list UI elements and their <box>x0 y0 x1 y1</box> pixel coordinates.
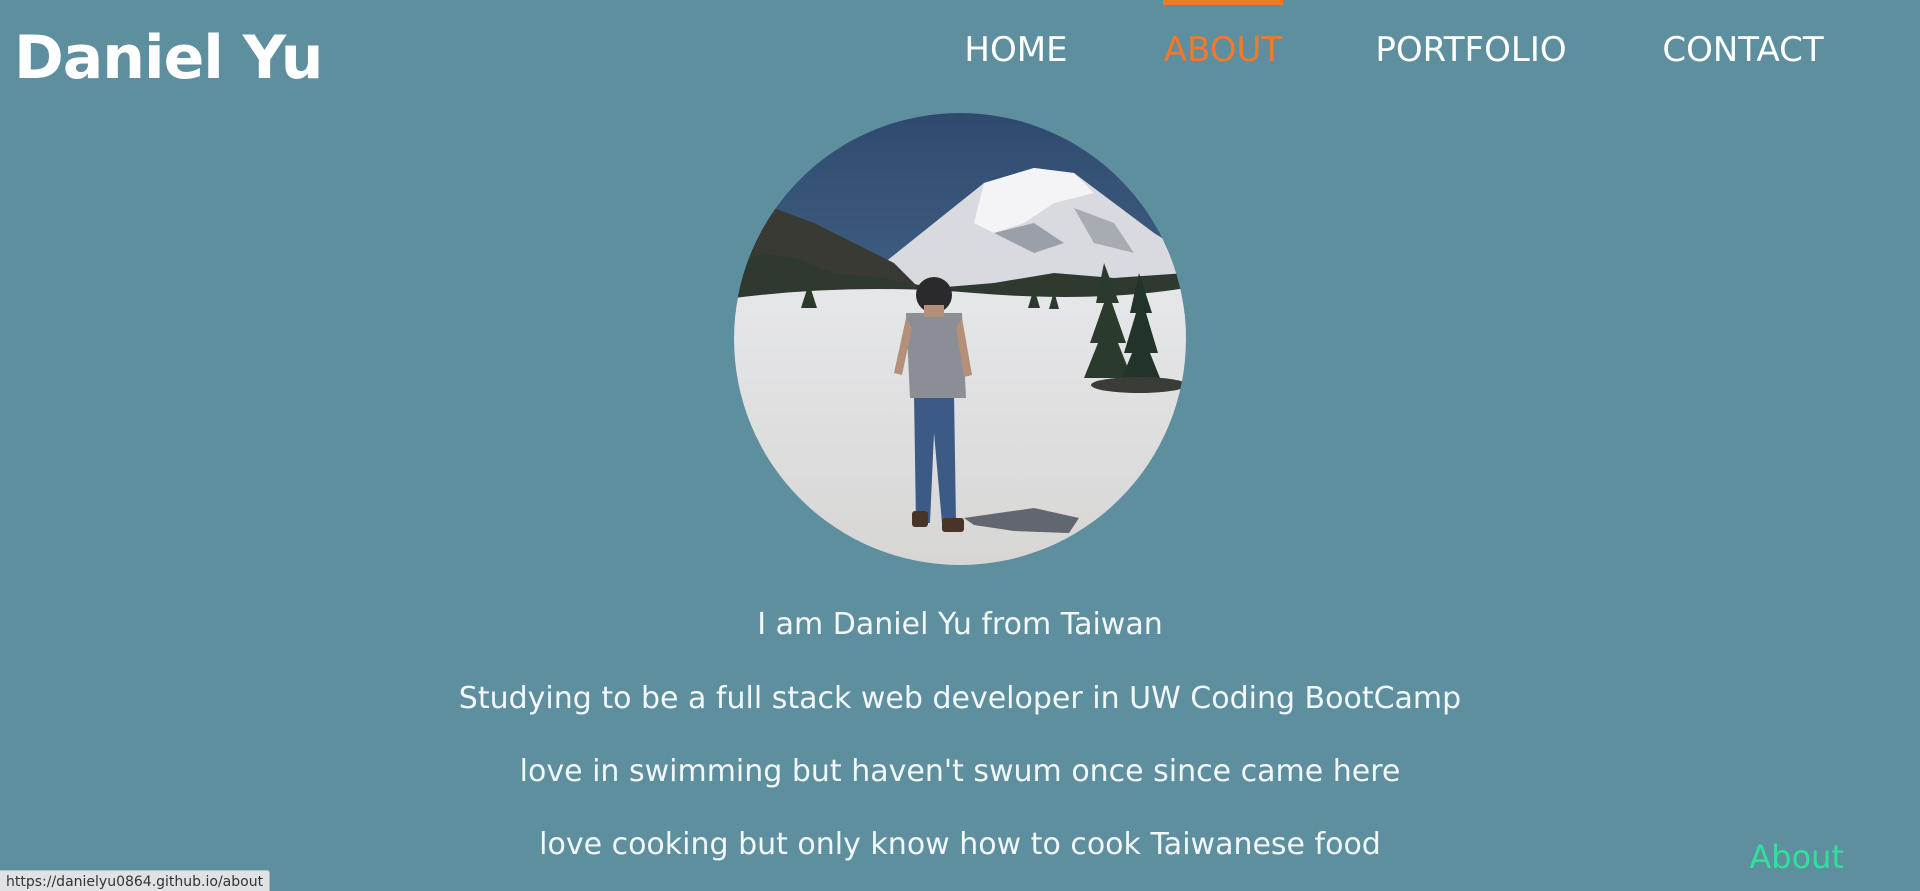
nav-link-home[interactable]: HOME <box>960 0 1072 100</box>
bio-line-cooking: love cooking but only know how to cook T… <box>539 827 1381 862</box>
nav-link-portfolio[interactable]: PORTFOLIO <box>1373 0 1569 100</box>
bio-line-study: Studying to be a full stack web develope… <box>458 681 1462 716</box>
page: Daniel Yu HOME ABOUT PORTFOLIO CONTACT I… <box>0 0 1920 891</box>
bio-line-swimming: love in swimming but haven't swum once s… <box>519 754 1401 789</box>
main-nav: HOME ABOUT PORTFOLIO CONTACT <box>0 0 1920 100</box>
bio-line-origin: I am Daniel Yu from Taiwan <box>757 607 1163 642</box>
profile-photo-mountain-snow <box>734 113 1186 565</box>
nav-link-about-label: ABOUT <box>1163 30 1283 70</box>
status-bar-url: https://danielyu0864.github.io/about <box>0 870 271 891</box>
about-corner-link[interactable]: About <box>1749 838 1844 876</box>
profile-photo <box>734 113 1186 565</box>
nav-link-about[interactable]: ABOUT <box>1163 0 1283 100</box>
nav-link-contact[interactable]: CONTACT <box>1659 0 1827 100</box>
active-indicator <box>1163 0 1283 5</box>
